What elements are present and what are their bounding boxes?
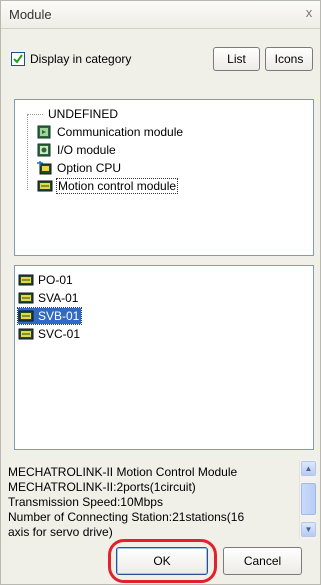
checkbox-box[interactable] [11, 52, 25, 66]
tree-item-undefined[interactable]: UNDEFINED [48, 106, 118, 122]
tree-line [27, 114, 43, 115]
motion-module-icon [37, 179, 53, 193]
scroll-thumb[interactable] [301, 483, 316, 515]
list-view-button[interactable]: List [213, 47, 260, 71]
scroll-up-icon[interactable]: ▲ [301, 461, 316, 476]
tree-item-io[interactable]: I/O module [37, 142, 116, 158]
module-description: MECHATROLINK-II Motion Control Module ME… [5, 462, 302, 540]
description-scrollbar[interactable]: ▲ ▼ [299, 460, 316, 539]
description-line: MECHATROLINK-II:2ports(1circuit) [8, 480, 196, 494]
description-line: Transmission Speed:10Mbps [8, 495, 163, 509]
list-item-label: PO-01 [38, 273, 73, 287]
list-item-label: SVB-01 [38, 309, 80, 323]
ok-highlight-ring [108, 539, 217, 583]
title-bar: Module x [1, 1, 320, 29]
checkbox-label: Display in category [30, 52, 132, 66]
module-card-icon [18, 273, 34, 287]
module-dialog: Module x Display in category List Icons … [0, 0, 321, 585]
tree-item-communication[interactable]: Communication module [37, 124, 183, 140]
display-in-category-checkbox[interactable]: Display in category [11, 51, 131, 67]
list-item-svc-01[interactable]: SVC-01 [18, 326, 82, 342]
list-item-label: SVC-01 [38, 327, 81, 341]
category-tree[interactable]: UNDEFINED Communication module I/O modul… [14, 99, 314, 256]
cancel-button[interactable]: Cancel [223, 547, 302, 575]
checkmark-icon [13, 54, 23, 64]
tree-lines [27, 114, 28, 190]
tree-item-label: I/O module [57, 143, 116, 157]
communication-module-icon [37, 125, 53, 139]
module-list[interactable]: PO-01 SVA-01 SVB-01 SVC-01 [14, 265, 314, 450]
scroll-down-icon[interactable]: ▼ [301, 522, 316, 537]
option-cpu-icon [37, 161, 53, 175]
window-title: Module [9, 7, 52, 22]
tree-item-option-cpu[interactable]: Option CPU [37, 160, 121, 176]
description-line: axis for servo drive) [8, 525, 113, 539]
module-card-icon [18, 291, 34, 305]
list-item-po-01[interactable]: PO-01 [18, 272, 75, 288]
description-line: Number of Connecting Station:21stations(… [8, 510, 245, 524]
list-item-sva-01[interactable]: SVA-01 [18, 290, 80, 306]
module-card-icon [18, 327, 34, 341]
io-module-icon [37, 143, 53, 157]
icons-view-button[interactable]: Icons [265, 47, 313, 71]
list-item-svb-01[interactable]: SVB-01 [16, 307, 83, 325]
module-card-icon [18, 309, 34, 323]
tree-item-motion[interactable]: Motion control module [37, 178, 179, 194]
tree-item-label: Communication module [57, 125, 184, 139]
list-item-label: SVA-01 [38, 291, 79, 305]
tree-item-label: UNDEFINED [48, 107, 119, 121]
tree-item-label: Motion control module [55, 178, 179, 194]
description-line: MECHATROLINK-II Motion Control Module [8, 465, 238, 479]
close-icon[interactable]: x [302, 5, 316, 20]
tree-item-label: Option CPU [57, 161, 122, 175]
